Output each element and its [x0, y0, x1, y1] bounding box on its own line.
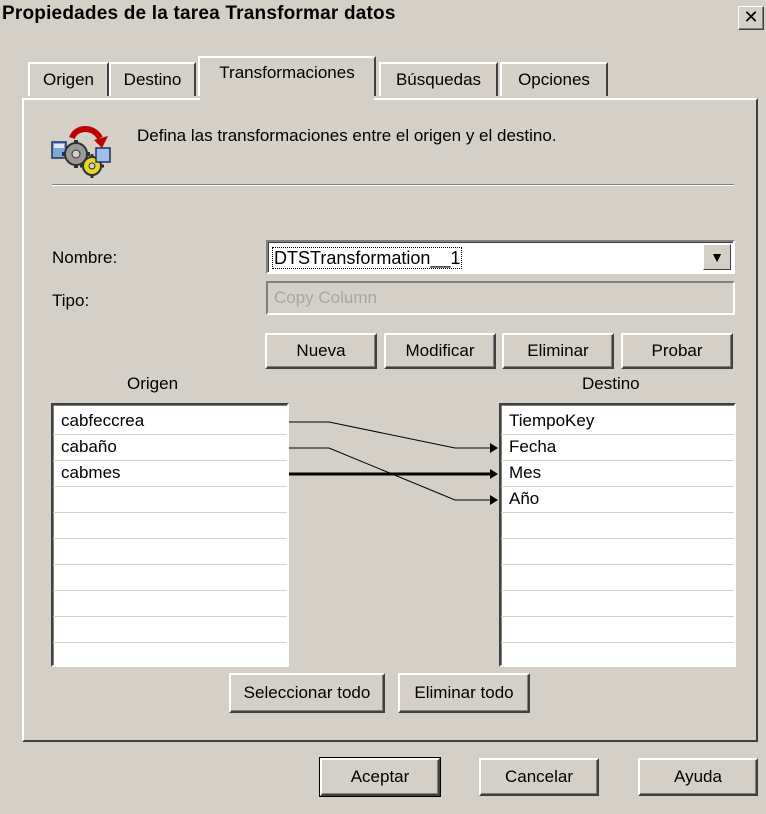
delete-all-button[interactable]: Eliminar todo	[398, 673, 530, 713]
help-button[interactable]: Ayuda	[638, 758, 758, 796]
cancel-button[interactable]: Cancelar	[479, 758, 599, 796]
arrow-head-icon	[490, 495, 498, 505]
arrow-head-icon	[490, 443, 498, 453]
ok-button[interactable]: Aceptar	[319, 757, 441, 797]
tab-transformaciones[interactable]: Transformaciones	[198, 56, 376, 96]
mapping-line	[289, 421, 491, 449]
arrow-head-icon	[490, 469, 498, 479]
active-tab-joiner	[200, 96, 374, 102]
select-all-button[interactable]: Seleccionar todo	[229, 673, 385, 713]
transform-task-dialog: Propiedades de la tarea Transformar dato…	[0, 0, 766, 814]
